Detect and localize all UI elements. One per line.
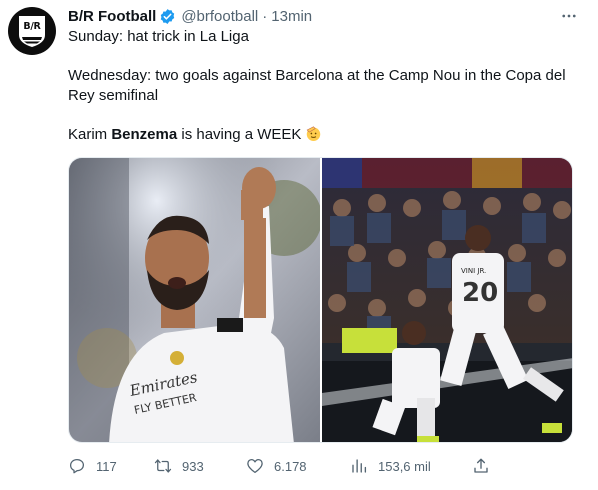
photo-benzema-celebrating[interactable]: Emirates FLY BETTER xyxy=(69,158,320,442)
views-button[interactable]: 153,6 mil xyxy=(350,455,431,477)
br-shield-logo: B/R xyxy=(17,15,47,48)
reply-icon xyxy=(69,458,85,474)
saluting-face-emoji-icon xyxy=(305,125,322,142)
separator-dot: · xyxy=(262,7,268,25)
tweet[interactable]: B/R B/R Football @brfootball · 13min Sun… xyxy=(0,0,598,490)
tweet-text-line: Karim Benzema is having a WEEK xyxy=(68,125,588,145)
text-segment: is having a WEEK xyxy=(177,125,302,143)
tweet-actions: 117 933 6.178 153,6 mil xyxy=(68,455,498,477)
like-button[interactable]: 6.178 xyxy=(246,455,307,477)
media-grid: Emirates FLY BETTER VINI JR. 20 xyxy=(68,157,573,443)
text-segment: Karim xyxy=(68,125,112,143)
author-name[interactable]: B/R Football xyxy=(68,8,156,25)
author-handle[interactable]: @brfootball xyxy=(181,8,258,25)
views-count: 153,6 mil xyxy=(378,458,431,474)
retweet-count: 933 xyxy=(182,458,204,474)
verified-badge-icon xyxy=(159,8,176,25)
share-button[interactable] xyxy=(472,455,500,477)
tweet-text-line: Wednesday: two goals against Barcelona a… xyxy=(68,67,566,104)
tweet-text-line: Sunday: hat trick in La Liga xyxy=(68,28,249,45)
like-count: 6.178 xyxy=(274,458,307,474)
tweet-header: B/R Football @brfootball · 13min xyxy=(68,6,312,26)
avatar[interactable]: B/R xyxy=(8,7,56,55)
retweet-icon xyxy=(154,459,172,473)
photo-celebration-camp-nou[interactable]: VINI JR. 20 xyxy=(322,158,572,442)
reply-count: 117 xyxy=(96,458,117,474)
text-bold-segment: Benzema xyxy=(111,125,178,143)
avatar-text: B/R xyxy=(23,20,41,32)
reply-button[interactable]: 117 xyxy=(68,455,117,477)
heart-icon xyxy=(247,458,263,474)
retweet-button[interactable]: 933 xyxy=(154,455,204,477)
jersey-name-text: VINI JR. xyxy=(461,267,486,275)
jersey-number-text: 20 xyxy=(462,278,498,308)
share-icon xyxy=(474,458,488,473)
timestamp[interactable]: 13min xyxy=(271,8,312,25)
more-options-icon[interactable] xyxy=(556,6,582,26)
views-chart-icon xyxy=(352,459,367,473)
tweet-text: Sunday: hat trick in La Liga Wednesday: … xyxy=(68,27,588,144)
